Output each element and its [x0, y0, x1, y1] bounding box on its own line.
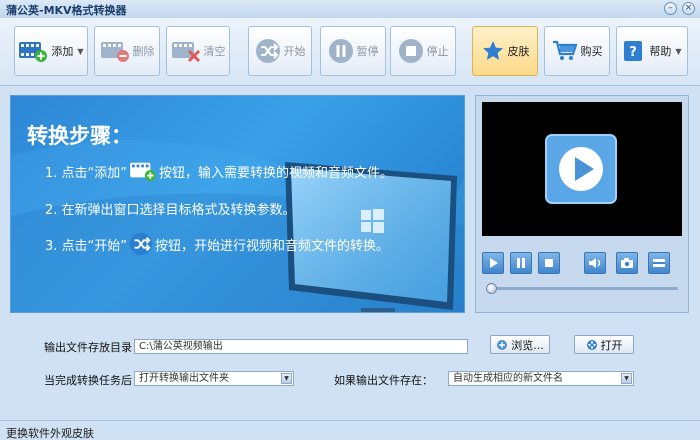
change-skin-link[interactable]: 更换软件外观皮肤: [6, 425, 94, 440]
skin-label: 皮肤: [507, 45, 530, 58]
buy-button[interactable]: 购买: [544, 26, 610, 76]
star-icon: [481, 39, 505, 63]
close-icon[interactable]: ×: [682, 2, 695, 15]
shuffle-icon: [255, 38, 281, 64]
film-add-icon: [18, 39, 48, 63]
film-delete-icon: [100, 39, 130, 63]
pause-label: 暂停: [356, 45, 379, 58]
chevron-down-icon: ▼: [675, 46, 682, 56]
toolbar: 添加 ▼ 删除 清空 开始 暂停 停止 皮肤 购买 ? 帮助 ▼: [0, 18, 700, 86]
chevron-down-icon[interactable]: ▼: [281, 373, 292, 384]
after-done-value: 打开转换输出文件夹: [139, 373, 229, 384]
film-reel-icon: [586, 339, 597, 350]
pause-icon[interactable]: [510, 252, 532, 274]
help-label: 帮助: [649, 45, 672, 58]
guide-title: 转换步骤：: [27, 124, 132, 148]
delete-button[interactable]: 删除: [94, 26, 160, 76]
pause-button[interactable]: 暂停: [320, 26, 386, 76]
stop-icon: [398, 38, 424, 64]
start-label: 开始: [283, 45, 306, 58]
guide-step-3: 3. 点击“开始” 按钮，开始进行视频和音频文件的转换。: [45, 232, 389, 256]
play-icon[interactable]: [482, 252, 504, 274]
shuffle-icon: [129, 232, 153, 256]
guide-banner: 转换步骤： 1. 点击“添加” 按钮，输入需要转换的视频和音频文件。 2. 在新…: [10, 95, 465, 313]
video-screen: [482, 102, 682, 236]
seek-bar[interactable]: [488, 287, 678, 290]
step3-text-b: 按钮，开始进行视频和音频文件的转换。: [155, 238, 390, 254]
window-title: 蒲公英-MKV格式转换器: [6, 4, 127, 17]
buy-label: 购买: [580, 45, 603, 58]
clear-label: 清空: [203, 45, 226, 58]
browse-button[interactable]: 浏览...: [490, 335, 550, 354]
help-icon: ?: [622, 39, 646, 63]
browse-icon: [497, 339, 508, 350]
delete-label: 删除: [132, 45, 155, 58]
browse-label: 浏览...: [511, 338, 544, 352]
output-settings: 输出文件存放目录： C:\蒲公英视频输出 浏览... 打开 当完成转换任务后： …: [10, 320, 690, 402]
fullscreen-icon[interactable]: [648, 252, 670, 274]
step2-text: 2. 在新弹出窗口选择目标格式及转换参数。: [45, 203, 296, 218]
skin-button[interactable]: 皮肤: [472, 26, 538, 76]
seek-handle[interactable]: [486, 283, 497, 294]
preview-player: [475, 95, 689, 313]
guide-step-1: 1. 点击“添加” 按钮，输入需要转换的视频和音频文件。: [45, 160, 393, 182]
status-bar: 更换软件外观皮肤: [0, 420, 700, 440]
step3-text-a: 3. 点击“开始”: [45, 238, 128, 254]
guide-step-2: 2. 在新弹出窗口选择目标格式及转换参数。: [45, 199, 296, 218]
minimize-icon[interactable]: –: [664, 2, 677, 15]
pause-icon: [328, 38, 354, 64]
if-exists-value: 自动生成相应的新文件名: [453, 373, 563, 384]
stop-label: 停止: [426, 45, 449, 58]
output-dir-label: 输出文件存放目录：: [44, 341, 143, 354]
step1-text-a: 1. 点击“添加”: [45, 165, 128, 181]
output-dir-input[interactable]: C:\蒲公英视频输出: [134, 339, 468, 354]
volume-icon[interactable]: [584, 252, 606, 274]
open-label: 打开: [600, 338, 623, 352]
help-button[interactable]: ? 帮助 ▼: [616, 26, 688, 76]
after-done-label: 当完成转换任务后：: [44, 374, 143, 387]
chevron-down-icon: ▼: [77, 46, 84, 56]
stop-button[interactable]: 停止: [390, 26, 456, 76]
step1-text-b: 按钮，输入需要转换的视频和音频文件。: [159, 165, 394, 181]
chevron-down-icon[interactable]: ▼: [621, 373, 632, 384]
after-done-select[interactable]: 打开转换输出文件夹 ▼: [134, 371, 294, 386]
add-label: 添加: [51, 45, 74, 58]
play-icon[interactable]: [544, 133, 618, 205]
start-button[interactable]: 开始: [248, 26, 312, 76]
add-button[interactable]: 添加 ▼: [14, 26, 88, 76]
svg-text:?: ?: [630, 45, 638, 60]
shopping-cart-icon: [552, 39, 578, 63]
film-clear-icon: [171, 39, 201, 63]
if-exists-label: 如果输出文件存在：: [334, 374, 433, 387]
stop-icon[interactable]: [538, 252, 560, 274]
open-button[interactable]: 打开: [574, 335, 634, 354]
snapshot-icon[interactable]: [616, 252, 638, 274]
if-exists-select[interactable]: 自动生成相应的新文件名 ▼: [448, 371, 634, 386]
clear-button[interactable]: 清空: [166, 26, 230, 76]
title-bar: 蒲公英-MKV格式转换器 – ×: [0, 0, 700, 18]
film-add-icon: [129, 160, 157, 182]
